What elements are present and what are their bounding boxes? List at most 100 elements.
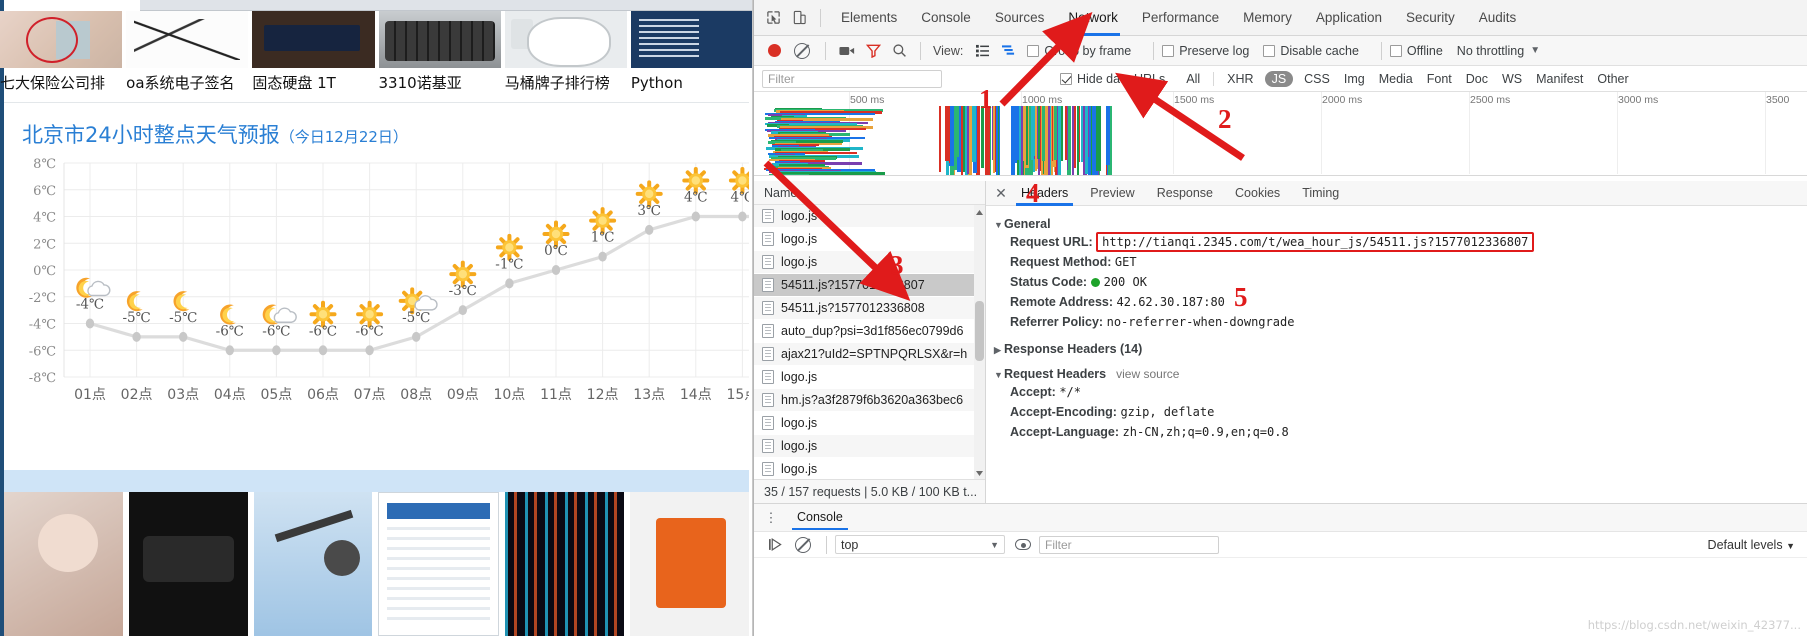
thumbnail-item[interactable]: oa系统电子签名 xyxy=(126,11,249,99)
tab-sources[interactable]: Sources xyxy=(983,0,1057,36)
status-ok-dot-icon xyxy=(1090,278,1100,287)
request-list[interactable]: logo.js logo.js logo.js 54511.js?1577012336… xyxy=(754,205,985,479)
bottom-image[interactable] xyxy=(378,492,500,636)
checkbox-box xyxy=(1027,44,1040,57)
detail-tab-headers[interactable]: Headers xyxy=(1010,181,1079,206)
tab-elements[interactable]: Elements xyxy=(829,0,909,36)
view-list-icon[interactable] xyxy=(969,38,995,64)
request-row[interactable]: logo.js xyxy=(754,228,985,251)
thumbnail-image xyxy=(378,11,501,68)
request-row[interactable]: logo.js xyxy=(754,205,985,228)
request-url-value[interactable]: http://tianqi.2345.com/t/wea_hour_js/545… xyxy=(1096,232,1535,252)
request-row[interactable]: hm.js?a3f2879f6b3620a363bec6 xyxy=(754,389,985,412)
group-by-frame-checkbox[interactable]: Group by frame xyxy=(1027,44,1131,58)
thumbnail-item[interactable]: 七大保险公司排 xyxy=(0,11,123,99)
overview-tick: 500 ms xyxy=(848,92,885,174)
network-overview-timeline[interactable]: 500 ms 1000 ms 1500 ms 2000 ms 2500 ms 3… xyxy=(754,92,1807,176)
request-row[interactable]: logo.js xyxy=(754,458,985,479)
detail-tab-response[interactable]: Response xyxy=(1146,181,1224,206)
clear-console-icon[interactable] xyxy=(795,536,811,553)
capture-screenshots-icon[interactable] xyxy=(834,38,860,64)
request-list-scrollbar[interactable] xyxy=(974,205,985,479)
bottom-image[interactable] xyxy=(630,492,749,636)
general-section-header[interactable]: ▼General xyxy=(994,217,1807,231)
record-button[interactable] xyxy=(768,44,781,57)
chevron-down-icon[interactable]: ▼ xyxy=(1530,45,1540,56)
filter-type-ws[interactable]: WS xyxy=(1502,72,1522,86)
console-filter-input[interactable] xyxy=(1039,535,1219,554)
filter-input[interactable] xyxy=(762,69,942,88)
tab-audits[interactable]: Audits xyxy=(1467,0,1529,36)
search-icon[interactable] xyxy=(886,38,912,64)
filter-type-img[interactable]: Img xyxy=(1344,72,1365,86)
filter-type-media[interactable]: Media xyxy=(1379,72,1413,86)
throttling-select[interactable]: No throttling xyxy=(1457,44,1524,58)
bottom-image[interactable] xyxy=(253,492,373,636)
request-row[interactable]: 54511.js?1577012336808 xyxy=(754,297,985,320)
hourly-temperature-chart: 8℃ 6℃ 4℃ 2℃ 0℃ -2℃ -4℃ -6℃ -8℃ -4℃ -5℃ -5℃ -6℃ -6℃ -6… xyxy=(4,155,749,471)
inspect-element-icon[interactable] xyxy=(760,5,786,31)
thumbnail-item[interactable]: 马桶牌子排行榜 xyxy=(504,11,627,99)
request-row[interactable]: logo.js xyxy=(754,366,985,389)
overview-bar xyxy=(960,106,964,175)
execute-icon[interactable] xyxy=(762,532,788,558)
tab-memory[interactable]: Memory xyxy=(1231,0,1304,36)
view-waterfall-icon[interactable] xyxy=(995,38,1021,64)
request-row[interactable]: logo.js xyxy=(754,251,985,274)
tab-security[interactable]: Security xyxy=(1394,0,1467,36)
filter-type-other[interactable]: Other xyxy=(1597,72,1628,86)
hide-data-urls-checkbox[interactable]: Hide data URLs xyxy=(1060,72,1165,86)
live-expression-eye-icon[interactable] xyxy=(1015,539,1031,550)
overview-tick: 3000 ms xyxy=(1616,92,1659,174)
filter-type-js[interactable]: JS xyxy=(1264,70,1294,87)
request-row[interactable]: auto_dup?psi=3d1f856ec0799d6 xyxy=(754,320,985,343)
screenshot-root: 七大保险公司排 oa系统电子签名 固态硬盘 1T 3310诺基亚 马桶牌子排行榜… xyxy=(0,0,1807,636)
disable-cache-checkbox[interactable]: Disable cache xyxy=(1263,44,1359,58)
offline-checkbox[interactable]: Offline xyxy=(1389,44,1443,58)
filter-type-css[interactable]: CSS xyxy=(1304,72,1330,86)
detail-tab-timing[interactable]: Timing xyxy=(1291,181,1350,206)
bottom-image[interactable] xyxy=(505,492,625,636)
detail-tab-preview[interactable]: Preview xyxy=(1079,181,1145,206)
drawer-tab-console[interactable]: Console xyxy=(786,505,854,530)
script-file-icon xyxy=(762,301,774,315)
toggle-device-toolbar-icon[interactable] xyxy=(786,5,812,31)
tab-application[interactable]: Application xyxy=(1304,0,1394,36)
request-row[interactable]: logo.js xyxy=(754,412,985,435)
more-options-icon[interactable]: ⋮ xyxy=(762,511,780,524)
request-row[interactable]: 54511.js?1577012336807 xyxy=(754,274,985,297)
request-row[interactable]: ajax21?uId2=SPTNPQRLSX&r=h xyxy=(754,343,985,366)
scrollbar-thumb[interactable] xyxy=(975,301,984,361)
request-list-column-header[interactable]: Name xyxy=(754,181,985,205)
filter-funnel-icon[interactable] xyxy=(860,38,886,64)
filter-type-all[interactable]: All xyxy=(1186,72,1200,86)
scroll-down-icon[interactable] xyxy=(975,467,984,477)
header-key: Accept: xyxy=(1010,385,1056,399)
scroll-up-icon[interactable] xyxy=(975,207,984,217)
console-context-select[interactable]: top ▼ xyxy=(835,535,1005,554)
request-row[interactable]: logo.js xyxy=(754,435,985,458)
thumbnail-item[interactable]: Python xyxy=(630,11,752,99)
close-icon[interactable]: ✕ xyxy=(992,185,1010,202)
bottom-image[interactable] xyxy=(128,492,248,636)
tab-console[interactable]: Console xyxy=(909,0,983,36)
tab-network[interactable]: Network xyxy=(1056,0,1130,36)
preserve-log-checkbox[interactable]: Preserve log xyxy=(1162,44,1249,58)
header-value: gzip, deflate xyxy=(1120,405,1215,419)
filter-type-manifest[interactable]: Manifest xyxy=(1536,72,1583,86)
request-headers-section-header[interactable]: ▼Request Headers view source xyxy=(994,367,1807,381)
detail-tab-cookies[interactable]: Cookies xyxy=(1224,181,1291,206)
filter-type-doc[interactable]: Doc xyxy=(1466,72,1488,86)
group-by-frame-label: Group by frame xyxy=(1044,43,1132,58)
console-levels-select[interactable]: Default levels ▼ xyxy=(1708,538,1795,552)
view-source-link[interactable]: view source xyxy=(1116,367,1179,381)
response-headers-section-header[interactable]: ▶ Response Headers (14) xyxy=(994,342,1807,356)
tab-performance[interactable]: Performance xyxy=(1130,0,1231,36)
thumbnail-item[interactable]: 3310诺基亚 xyxy=(378,11,501,99)
overview-bar xyxy=(971,106,977,163)
thumbnail-item[interactable]: 固态硬盘 1T xyxy=(252,11,375,99)
bottom-image[interactable] xyxy=(4,492,123,636)
clear-icon[interactable] xyxy=(794,42,810,59)
filter-type-xhr[interactable]: XHR xyxy=(1227,72,1253,86)
filter-type-font[interactable]: Font xyxy=(1427,72,1452,86)
